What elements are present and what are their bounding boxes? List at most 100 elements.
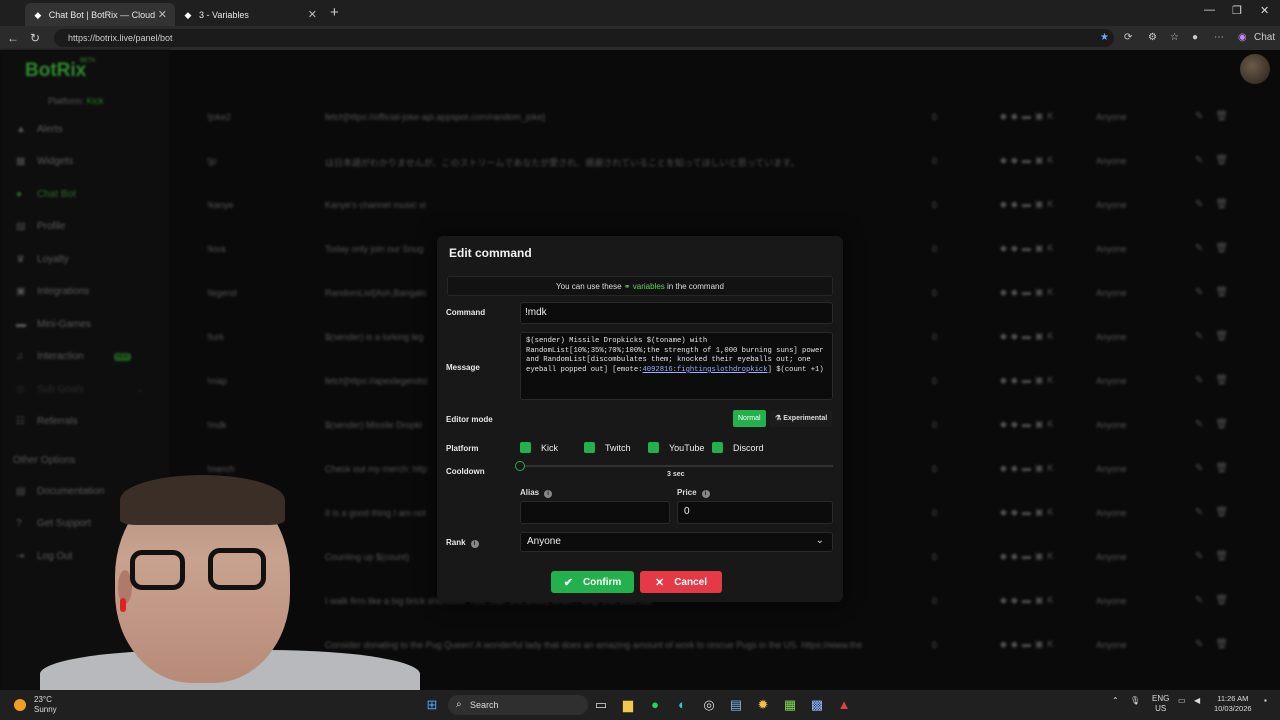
editor-mode-normal-button[interactable]: Normal <box>733 410 766 427</box>
back-icon[interactable]: ← <box>2 31 24 45</box>
favorites-icon[interactable]: ☆ <box>1170 32 1179 43</box>
sidebar-item-alerts[interactable]: ▲ Alerts <box>16 124 63 135</box>
edit-icon[interactable]: ✎ <box>1195 243 1215 254</box>
app-icon[interactable]: ▩ <box>809 697 825 713</box>
editor-mode-experimental-button[interactable]: ⚗ Experimental <box>770 410 833 427</box>
angular-icon[interactable]: ▲ <box>836 697 852 713</box>
network-icon[interactable]: ▭ <box>1178 696 1186 705</box>
trash-icon[interactable]: 🗑 <box>1215 639 1240 650</box>
copilot-icon[interactable]: ◉ <box>1238 32 1247 43</box>
edit-icon[interactable]: ✎ <box>1195 331 1215 342</box>
edit-icon[interactable]: ✎ <box>1195 507 1215 518</box>
browser-tab-chatbot[interactable]: ◆ Chat Bot | BotRix — Cloud Stream ✕ <box>25 3 175 26</box>
sidebar-item-interaction[interactable]: ♫ Interaction NEW <box>16 351 132 362</box>
tray-overflow-icon[interactable]: ⌃ <box>1112 696 1119 705</box>
user-avatar[interactable] <box>1240 54 1270 84</box>
windows-start-icon[interactable]: ⊞ <box>424 697 440 713</box>
sidebar-item-chat-bot[interactable]: ● Chat Bot <box>16 189 76 200</box>
info-icon[interactable]: i <box>701 490 710 498</box>
table-row[interactable]: !jp は日本語がわかりませんが、このストリームであなたが愛され、感謝されているこ… <box>200 134 1260 178</box>
notifications-icon[interactable]: ▪ <box>1264 696 1267 705</box>
sidebar-item-profile[interactable]: ▤ Profile <box>16 221 65 232</box>
botrix-logo[interactable]: BotRix <box>25 60 86 82</box>
checkbox-checked[interactable] <box>648 442 659 453</box>
browser-tab-variables[interactable]: ◆ 3 - Variables ✕ <box>175 3 325 26</box>
file-explorer-icon[interactable]: ▆ <box>620 697 636 713</box>
more-icon[interactable]: ⋯ <box>1214 32 1224 43</box>
trash-icon[interactable]: 🗑 <box>1215 419 1240 430</box>
platform-checkbox-kick[interactable]: Kick <box>520 442 558 453</box>
cancel-button[interactable]: ✕ Cancel <box>640 571 722 593</box>
edit-icon[interactable]: ✎ <box>1195 111 1215 122</box>
info-icon[interactable]: i <box>544 490 553 498</box>
spotify-icon[interactable]: ● <box>647 697 663 713</box>
edit-icon[interactable]: ✎ <box>1195 375 1215 386</box>
weather-widget[interactable]: 23°C Sunny <box>14 695 57 715</box>
close-tab-icon[interactable]: ✕ <box>308 8 317 21</box>
notepad-icon[interactable]: ▦ <box>782 697 798 713</box>
trash-icon[interactable]: 🗑 <box>1215 463 1240 474</box>
sidebar-item-integrations[interactable]: ▣ Integrations <box>16 286 89 297</box>
checkbox-checked[interactable] <box>712 442 723 453</box>
system-clock[interactable]: 11:26 AM 10/03/2026 <box>1214 694 1252 714</box>
close-tab-icon[interactable]: ✕ <box>158 8 167 21</box>
volume-icon[interactable]: ◀ <box>1194 696 1200 705</box>
address-bar[interactable]: https://botrix.live/panel/bot <box>54 29 1114 47</box>
photos-icon[interactable]: ▤ <box>728 697 744 713</box>
edit-icon[interactable]: ✎ <box>1195 639 1215 650</box>
edit-icon[interactable]: ✎ <box>1195 595 1215 606</box>
task-view-icon[interactable]: ▭ <box>593 697 609 713</box>
new-tab-button[interactable]: + <box>330 4 339 21</box>
microphone-icon[interactable]: 🎙 <box>1130 696 1140 705</box>
command-input[interactable]: !mdk <box>520 302 833 324</box>
trash-icon[interactable]: 🗑 <box>1215 287 1240 298</box>
restore-icon[interactable]: ❐ <box>1232 4 1242 17</box>
trash-icon[interactable]: 🗑 <box>1215 507 1240 518</box>
profile-avatar-icon[interactable]: ● <box>1192 32 1198 43</box>
sidebar-item-widgets[interactable]: ▦ Widgets <box>16 156 73 167</box>
obs-icon[interactable]: ◎ <box>701 697 717 713</box>
trash-icon[interactable]: 🗑 <box>1215 243 1240 254</box>
trash-icon[interactable]: 🗑 <box>1215 199 1240 210</box>
trash-icon[interactable]: 🗑 <box>1215 331 1240 342</box>
checkbox-checked[interactable] <box>520 442 531 453</box>
taskbar-search[interactable]: ⌕ Search <box>448 695 588 715</box>
sidebar-item-sub-goals[interactable]: ◎ Sub Goals ⌄ <box>16 384 144 395</box>
cooldown-slider-handle[interactable] <box>515 461 525 471</box>
confirm-button[interactable]: ✔ Confirm <box>551 571 634 593</box>
language-indicator[interactable]: ENG US <box>1152 694 1169 714</box>
trash-icon[interactable]: 🗑 <box>1215 595 1240 606</box>
table-row[interactable]: !joke2 fetch[https://official-joke-api.ap… <box>200 90 1260 134</box>
sidebar-item-loyalty[interactable]: ♛ Loyalty <box>16 254 69 265</box>
trash-icon[interactable]: 🗑 <box>1215 551 1240 562</box>
edit-icon[interactable]: ✎ <box>1195 155 1215 166</box>
edit-icon[interactable]: ✎ <box>1195 419 1215 430</box>
info-icon[interactable]: i <box>470 540 479 548</box>
platform-checkbox-discord[interactable]: Discord <box>712 442 764 453</box>
trash-icon[interactable]: 🗑 <box>1215 375 1240 386</box>
chat-label[interactable]: Chat <box>1254 32 1275 43</box>
reload-icon[interactable]: ↻ <box>24 31 46 45</box>
price-input[interactable]: 0 <box>677 501 833 524</box>
message-textarea[interactable]: $(sender) Missile Dropkicks $(toname) wi… <box>520 332 833 400</box>
close-window-icon[interactable]: ✕ <box>1260 4 1269 17</box>
edit-icon[interactable]: ✎ <box>1195 463 1215 474</box>
minimize-icon[interactable]: — <box>1204 4 1215 16</box>
table-row[interactable]: !kanye Kanye's channel music vi 0 ◆◆▬▣K Anyo… <box>200 178 1260 222</box>
platform-checkbox-twitch[interactable]: Twitch <box>584 442 631 453</box>
favorite-star-icon[interactable]: ★ <box>1100 32 1109 43</box>
trash-icon[interactable]: 🗑 <box>1215 155 1240 166</box>
edit-icon[interactable]: ✎ <box>1195 199 1215 210</box>
sidebar-item-referrals[interactable]: ☷ Referrals <box>16 416 78 427</box>
cooldown-slider-track[interactable] <box>520 465 833 467</box>
edit-icon[interactable]: ✎ <box>1195 287 1215 298</box>
rank-select[interactable]: Anyone ⌄ <box>520 532 833 552</box>
platform-checkbox-youtube[interactable]: YouTube <box>648 442 704 453</box>
checkbox-checked[interactable] <box>584 442 595 453</box>
extensions-icon[interactable]: ⚙ <box>1148 32 1157 43</box>
refresh-extension-icon[interactable]: ⟳ <box>1124 32 1132 43</box>
edge-icon[interactable]: ◐ <box>674 697 690 713</box>
variables-link[interactable]: ⚭ variables <box>624 282 665 291</box>
sidebar-item-mini-games[interactable]: ▬ Mini-Games <box>16 319 91 330</box>
brightness-icon[interactable]: ✹ <box>755 697 771 713</box>
